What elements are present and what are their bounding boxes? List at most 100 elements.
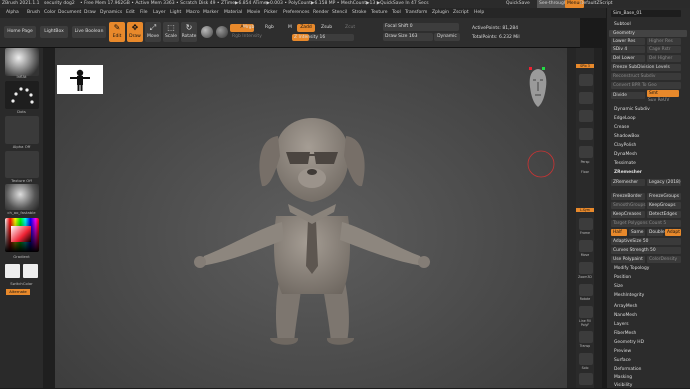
curves-strength-slider[interactable]: Curves Strength 50 (611, 247, 681, 254)
shelf-scrollbar[interactable] (594, 48, 602, 388)
zoom-icon[interactable] (579, 110, 593, 122)
legacy-button[interactable]: Legacy (2018) (647, 179, 681, 186)
lower-res-button[interactable]: Lower Res (611, 38, 645, 45)
adapt-button[interactable]: Adapt (665, 229, 681, 236)
draw-button[interactable]: ✥ Draw (127, 22, 143, 42)
menu-marker[interactable]: Marker (203, 8, 219, 18)
divide-button[interactable]: Divide (611, 92, 645, 99)
xpose-icon[interactable] (579, 373, 593, 385)
quicksave-button[interactable]: QuickSave (506, 0, 530, 8)
home-page-button[interactable]: Home Page (4, 26, 36, 38)
color-swatch[interactable] (11, 226, 31, 242)
deformation-section[interactable]: Deformation (614, 367, 641, 373)
menu-tool[interactable]: Tool (392, 8, 401, 18)
menu-layer[interactable]: Layer (153, 8, 166, 18)
position-section[interactable]: Position (614, 275, 631, 281)
shadowbox-section[interactable]: ShadowBox (614, 134, 640, 140)
menu-stencil[interactable]: Stencil (332, 8, 347, 18)
reconstruct-subdiv-button[interactable]: Reconstruct Subdiv (611, 73, 681, 80)
menu-zscript[interactable]: Zscript (453, 8, 469, 18)
menu-preferences[interactable]: Preferences (283, 8, 309, 18)
secondary-color-swatch[interactable] (23, 264, 38, 278)
rotate-button[interactable]: ↻ Rotate (181, 22, 197, 42)
preview-section[interactable]: Preview (614, 349, 631, 355)
zadd-toggle[interactable]: Zadd (297, 24, 315, 32)
menu-alpha[interactable]: Alpha (6, 8, 19, 18)
polyframe-button[interactable]: Line Fill PolyF (576, 319, 594, 327)
persp-button[interactable]: Persp (576, 160, 594, 164)
lightbox-button[interactable]: LightBox (40, 26, 68, 38)
polyframe-icon[interactable] (579, 306, 593, 318)
half-button[interactable]: Half (611, 229, 627, 236)
del-higher-button[interactable]: Del Higher (647, 55, 681, 62)
menu-transform[interactable]: Transform (405, 8, 427, 18)
edit-button[interactable]: ✎ Edit (109, 22, 125, 42)
freeze-subdivision-button[interactable]: Freeze SubDivision Levels (611, 64, 681, 71)
menu-file[interactable]: File (140, 8, 148, 18)
zoom3d-icon[interactable] (579, 262, 593, 274)
alternate-button[interactable]: Alternate (6, 289, 30, 295)
menu-picker[interactable]: Picker (264, 8, 277, 18)
menu-help[interactable]: Help (474, 8, 484, 18)
menu-draw[interactable]: Draw (84, 8, 96, 18)
geometry-header[interactable]: Geometry (609, 30, 687, 37)
zremesher-section[interactable]: ZRemesher (614, 170, 642, 176)
smt-toggle[interactable]: Smt (647, 90, 679, 97)
lsym-button[interactable]: L.Sym (576, 208, 594, 212)
z-intensity-slider[interactable]: Z Intensity 16 (292, 34, 354, 41)
live-boolean-button[interactable]: Live Boolean (72, 26, 106, 38)
view-orientation-head[interactable] (524, 65, 552, 109)
main-color-swatch[interactable] (5, 264, 20, 278)
menu-color[interactable]: Color (44, 8, 56, 18)
nanomesh-section[interactable]: NanoMesh (614, 313, 637, 319)
move-view-button[interactable]: Move (576, 253, 594, 257)
menu-document[interactable]: Document (58, 8, 81, 18)
canvas-viewport[interactable] (55, 48, 567, 388)
zoom3d-button[interactable]: Zoom3D (576, 275, 594, 279)
brush-thumbnail[interactable] (5, 48, 39, 76)
tessimate-section[interactable]: Tessimate (614, 161, 636, 167)
rotate-view-button[interactable]: Rotate (576, 297, 594, 301)
menu-texture[interactable]: Texture (371, 8, 387, 18)
keep-groups-toggle[interactable]: KeepGroups (647, 202, 681, 209)
suv-reuv-toggles[interactable]: Suv ReUV (648, 98, 669, 104)
subtool-search-field[interactable]: Sim_Base_01 (611, 10, 681, 17)
masking-section[interactable]: Masking (614, 375, 632, 381)
menu-macro[interactable]: Macro (186, 8, 200, 18)
rgb-toggle[interactable]: Rgb (265, 25, 274, 31)
freeze-groups-toggle[interactable]: FreezeGroups (647, 193, 681, 200)
rotate-view-icon[interactable] (579, 284, 593, 296)
texture-thumbnail[interactable] (5, 151, 39, 178)
keep-creases-toggle[interactable]: KeepCreases (611, 211, 645, 218)
alpha-thumbnail[interactable] (5, 116, 39, 144)
size-section[interactable]: Size (614, 284, 623, 290)
actual-icon[interactable] (579, 128, 593, 140)
color-sphere-icon[interactable] (216, 26, 228, 38)
switch-color-button[interactable]: SwitchColor (0, 281, 43, 286)
stroke-thumbnail[interactable] (5, 81, 39, 109)
same-button[interactable]: Same (629, 229, 645, 236)
menu-light[interactable]: Light (170, 8, 181, 18)
solo-icon[interactable] (579, 353, 593, 365)
smooth-groups-toggle[interactable]: SmoothGroups (611, 202, 646, 209)
frame-icon[interactable] (579, 218, 593, 230)
dynamic-subdiv-section[interactable]: Dynamic Subdiv (614, 107, 650, 113)
edgeloop-section[interactable]: EdgeLoop (614, 116, 636, 122)
color-density-slider[interactable]: ColorDensity (647, 256, 681, 263)
default-zscript-button[interactable]: DefaultZScript (580, 0, 613, 8)
material-sphere-icon[interactable] (201, 26, 213, 38)
rgb-intensity-slider[interactable]: Rgb Intensity (232, 34, 262, 40)
move-button[interactable]: ⤢ Move (145, 22, 161, 42)
solo-button[interactable]: Solo (576, 366, 594, 370)
crease-section[interactable]: Crease (614, 125, 629, 131)
double-button[interactable]: Double (647, 229, 665, 236)
m-toggle[interactable]: M (288, 25, 292, 31)
mrgb-toggle[interactable]: Mrgb (243, 25, 254, 31)
subtool-section[interactable]: Subtool (614, 22, 631, 28)
detect-edges-toggle[interactable]: DetectEdges (647, 211, 681, 218)
dynamesh-section[interactable]: DynaMesh (614, 152, 637, 158)
dog-character-model[interactable] (190, 116, 435, 351)
zremesher-button[interactable]: ZRemesher (611, 179, 645, 186)
cage-rstr-buttons[interactable]: Cage Rstr (647, 46, 681, 53)
claypolish-section[interactable]: ClayPolish (614, 143, 636, 149)
